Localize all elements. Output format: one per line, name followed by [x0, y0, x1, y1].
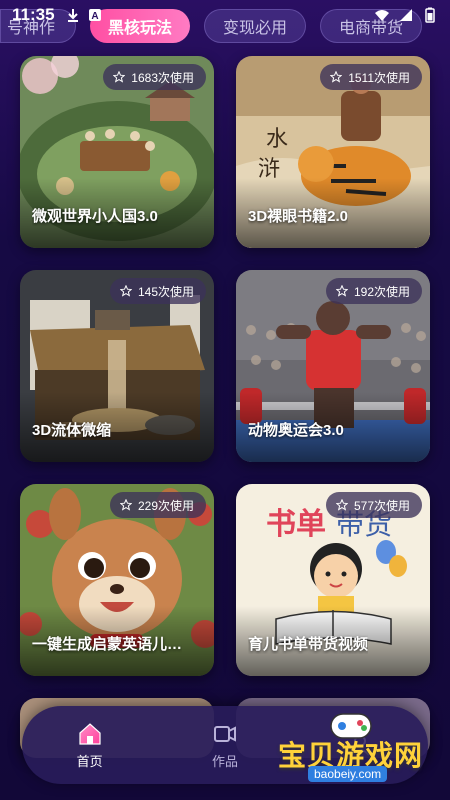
usage-badge: 192次使用 — [325, 278, 422, 304]
card-title: 动物奥运会3.0 — [248, 422, 344, 439]
usage-count: 145次使用 — [137, 284, 194, 299]
template-card[interactable]: 书单 带货 577次使用 育儿书单带货视频 — [236, 484, 430, 676]
template-card[interactable]: 145次使用 3D流体微缩 — [20, 270, 214, 462]
template-card[interactable]: 1683次使用 微观世界小人国3.0 — [20, 56, 214, 248]
status-time: 11:35 — [12, 5, 55, 24]
svg-text:水: 水 — [266, 127, 288, 152]
card-title: 微观世界小人国3.0 — [32, 208, 158, 225]
status-bar: 11:35 A — [0, 0, 450, 30]
usage-count: 577次使用 — [353, 498, 410, 513]
svg-text:A: A — [91, 11, 98, 22]
watermark: 宝贝游戏网 baobeiy.com — [270, 706, 450, 792]
wifi-icon — [375, 10, 389, 21]
watermark-url: baobeiy.com — [308, 766, 388, 782]
nav-home[interactable]: 首页 — [22, 721, 157, 770]
status-right-icons — [374, 7, 438, 23]
usage-count: 229次使用 — [137, 498, 194, 513]
usage-badge: 229次使用 — [109, 492, 206, 518]
nav-works-label: 作品 — [211, 753, 238, 769]
template-card[interactable]: 229次使用 一键生成启蒙英语儿… — [20, 484, 214, 676]
template-card[interactable]: 192次使用 动物奥运会3.0 — [236, 270, 430, 462]
star-icon — [335, 285, 348, 297]
video-icon — [213, 725, 236, 742]
battery-icon — [425, 7, 435, 23]
card-title: 3D裸眼书籍2.0 — [248, 208, 349, 225]
app-notification-icon: A — [88, 9, 101, 22]
star-icon — [119, 285, 132, 297]
card-title: 育儿书单带货视频 — [248, 636, 369, 653]
card-title: 3D流体微缩 — [32, 422, 112, 439]
usage-badge: 1683次使用 — [103, 64, 206, 90]
usage-count: 1511次使用 — [348, 70, 410, 85]
star-icon — [113, 71, 126, 83]
svg-text:书单: 书单 — [266, 507, 326, 542]
template-card[interactable]: 水 浒 1511次使用 3D裸眼书籍2.0 — [236, 56, 430, 248]
nav-home-label: 首页 — [76, 753, 103, 769]
card-title: 一键生成启蒙英语儿… — [32, 636, 183, 653]
star-icon — [335, 499, 348, 511]
usage-badge: 577次使用 — [325, 492, 422, 518]
download-icon — [67, 9, 78, 22]
star-icon — [330, 71, 343, 83]
signal-icon — [400, 9, 412, 21]
usage-count: 1683次使用 — [131, 70, 194, 85]
star-icon — [119, 499, 132, 511]
usage-count: 192次使用 — [353, 284, 410, 299]
usage-badge: 1511次使用 — [320, 64, 422, 90]
usage-badge: 145次使用 — [109, 278, 206, 304]
home-icon — [79, 722, 101, 745]
status-notification-icons: A — [65, 7, 103, 23]
